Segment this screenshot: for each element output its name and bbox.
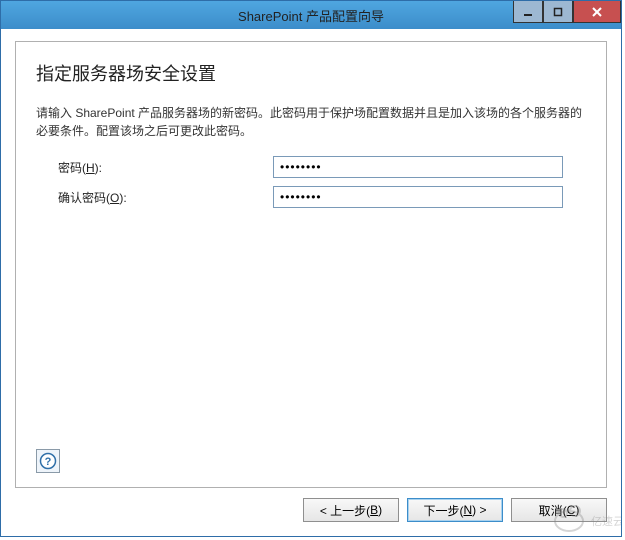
cancel-button[interactable]: 取消(C) bbox=[511, 498, 607, 522]
wizard-window: SharePoint 产品配置向导 指定服务器场安全设置 请输入 SharePo… bbox=[0, 0, 622, 537]
help-button[interactable]: ? bbox=[36, 449, 60, 473]
next-button[interactable]: 下一步(N) > bbox=[407, 498, 503, 522]
content-panel: 指定服务器场安全设置 请输入 SharePoint 产品服务器场的新密码。此密码… bbox=[15, 41, 607, 488]
maximize-icon bbox=[553, 7, 563, 17]
panel-spacer bbox=[36, 216, 586, 443]
back-button[interactable]: < 上一步(B) bbox=[303, 498, 399, 522]
help-row: ? bbox=[36, 443, 586, 473]
maximize-button[interactable] bbox=[543, 1, 573, 23]
close-icon bbox=[591, 6, 603, 18]
minimize-icon bbox=[523, 7, 533, 17]
window-title: SharePoint 产品配置向导 bbox=[238, 6, 384, 25]
close-button[interactable] bbox=[573, 1, 621, 23]
confirm-password-input[interactable] bbox=[273, 186, 563, 208]
titlebar: SharePoint 产品配置向导 bbox=[1, 1, 621, 29]
confirm-password-label: 确认密码(O): bbox=[58, 189, 273, 206]
button-row: < 上一步(B) 下一步(N) > 取消(C) bbox=[1, 488, 621, 536]
confirm-password-row: 确认密码(O): bbox=[36, 186, 586, 208]
password-label: 密码(H): bbox=[58, 159, 273, 176]
page-description: 请输入 SharePoint 产品服务器场的新密码。此密码用于保护场配置数据并且… bbox=[36, 104, 586, 140]
password-input[interactable] bbox=[273, 156, 563, 178]
svg-text:?: ? bbox=[45, 456, 52, 468]
help-icon: ? bbox=[39, 452, 57, 470]
password-row: 密码(H): bbox=[36, 156, 586, 178]
client-area: 指定服务器场安全设置 请输入 SharePoint 产品服务器场的新密码。此密码… bbox=[1, 29, 621, 488]
page-heading: 指定服务器场安全设置 bbox=[36, 60, 586, 86]
minimize-button[interactable] bbox=[513, 1, 543, 23]
window-controls bbox=[513, 1, 621, 23]
